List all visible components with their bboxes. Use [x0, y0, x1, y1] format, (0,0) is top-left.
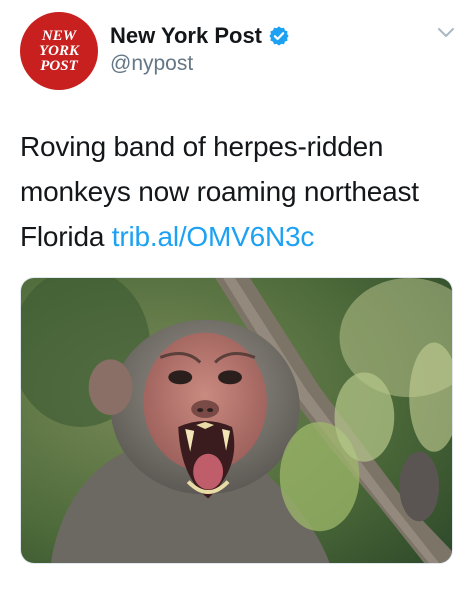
svg-text:NEW: NEW	[41, 28, 78, 44]
account-names: New York Post @nypost	[110, 22, 290, 76]
tweet-link[interactable]: trib.al/OMV6N3c	[112, 221, 315, 252]
tweet-header: NEW YORK POST New York Post @nypost	[20, 12, 460, 92]
handle[interactable]: @nypost	[110, 52, 290, 76]
svg-text:YORK: YORK	[39, 43, 80, 59]
verified-badge-icon	[269, 26, 289, 46]
nypost-logo-icon: NEW YORK POST	[39, 28, 80, 74]
svg-text:POST: POST	[40, 58, 78, 74]
tweet-text: Roving band of herpes-ridden monkeys now…	[20, 124, 460, 259]
avatar[interactable]: NEW YORK POST	[20, 12, 98, 90]
tweet-image[interactable]	[20, 277, 453, 564]
display-name[interactable]: New York Post	[110, 23, 262, 49]
chevron-down-icon[interactable]	[436, 26, 456, 40]
monkey-photo	[21, 278, 452, 563]
tweet: NEW YORK POST New York Post @nypost Rovi…	[0, 0, 473, 600]
